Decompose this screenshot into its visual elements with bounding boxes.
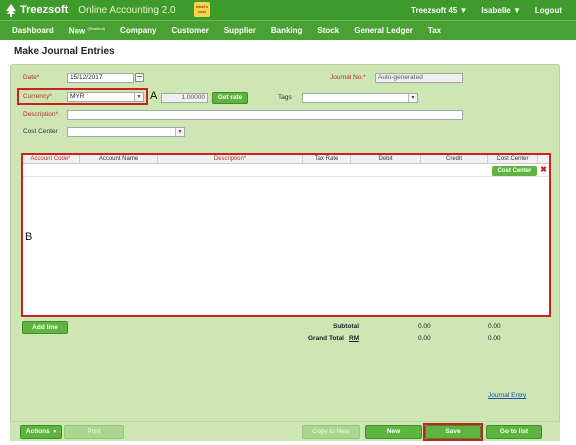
journal-no-label: Journal No.* [330, 74, 366, 81]
grand-total-currency: RM [349, 335, 360, 342]
whats-new-badge[interactable]: what's new [194, 2, 210, 17]
company-switcher[interactable]: Treezsoft 45 ▼ [411, 6, 467, 15]
nav-new-shortcut: (Shortcut) [87, 25, 106, 31]
description-input[interactable] [67, 110, 463, 120]
grand-total-label: Grand Total [308, 335, 344, 342]
page-title: Make Journal Entries [14, 46, 115, 57]
journal-entry-link[interactable]: Journal Entry [488, 392, 526, 399]
chevron-down-icon: ▼ [408, 94, 417, 102]
print-button[interactable]: Print [64, 425, 124, 439]
user-area: Treezsoft 45 ▼ Isabelle ▼ Logout [411, 0, 576, 20]
date-label: Date* [23, 74, 40, 81]
footer-action-bar: Actions ▾ Print Copy to New New Save Go … [10, 421, 560, 441]
description-label: Description* [23, 111, 59, 118]
grid-highlight-box [21, 153, 551, 317]
nav-general-ledger[interactable]: General Ledger [354, 26, 413, 35]
journal-no-field: Auto-generated [375, 73, 463, 83]
currency-select[interactable]: MYR ▼ [67, 92, 144, 102]
tags-label: Tags [278, 94, 292, 101]
new-button[interactable]: New [365, 425, 422, 439]
calendar-icon[interactable] [135, 73, 144, 82]
journal-form-panel: Date* 15/12/2017 Journal No.* Auto-gener… [10, 64, 560, 440]
tags-select[interactable]: ▼ [302, 93, 418, 103]
nav-customer[interactable]: Customer [172, 26, 209, 35]
subtotal-label: Subtotal [333, 323, 359, 330]
date-input[interactable]: 15/12/2017 [67, 73, 134, 83]
annotation-a: A [150, 90, 158, 102]
get-rate-button[interactable]: Get rate [212, 92, 248, 104]
currency-value: MYR [70, 93, 85, 100]
nav-new-label: New [68, 26, 86, 36]
caret-down-icon: ▾ [53, 429, 57, 435]
copy-to-new-button[interactable]: Copy to New [302, 425, 360, 439]
tree-logo-icon [6, 4, 16, 17]
nav-company[interactable]: Company [120, 26, 156, 35]
nav-banking[interactable]: Banking [271, 26, 303, 35]
cost-center-select[interactable]: ▼ [67, 127, 185, 137]
grand-total-credit: 0.00 [488, 335, 501, 342]
subtotal-debit: 0.00 [418, 323, 431, 330]
logout-link[interactable]: Logout [535, 6, 562, 15]
nav-new[interactable]: New (Shortcut) [69, 26, 105, 36]
currency-label: Currency* [23, 93, 52, 100]
grand-total-debit: 0.00 [418, 335, 431, 342]
user-menu[interactable]: Isabelle ▼ [481, 6, 521, 15]
actions-menu-button[interactable]: Actions ▾ [20, 425, 62, 439]
chevron-down-icon: ▼ [175, 128, 184, 136]
brand-name: Treezsoft [20, 4, 69, 16]
actions-label: Actions [25, 428, 50, 435]
top-bar: Treezsoft Online Accounting 2.0 what's n… [0, 0, 576, 20]
cost-center-label: Cost Center [23, 128, 58, 135]
chevron-down-icon: ▼ [134, 93, 143, 101]
nav-stock[interactable]: Stock [317, 26, 339, 35]
main-nav: Dashboard New (Shortcut) Company Custome… [0, 20, 576, 40]
exchange-rate-field[interactable]: 1.00000 [161, 93, 208, 103]
nav-tax[interactable]: Tax [428, 26, 441, 35]
nav-supplier[interactable]: Supplier [224, 26, 256, 35]
add-line-button[interactable]: Add line [22, 321, 68, 334]
save-button[interactable]: Save [425, 425, 481, 439]
nav-dashboard[interactable]: Dashboard [12, 26, 54, 35]
logo[interactable]: Treezsoft [4, 3, 68, 17]
subtotal-credit: 0.00 [488, 323, 501, 330]
go-to-list-button[interactable]: Go to list [486, 425, 542, 439]
brand-tagline: Online Accounting 2.0 [78, 4, 176, 16]
